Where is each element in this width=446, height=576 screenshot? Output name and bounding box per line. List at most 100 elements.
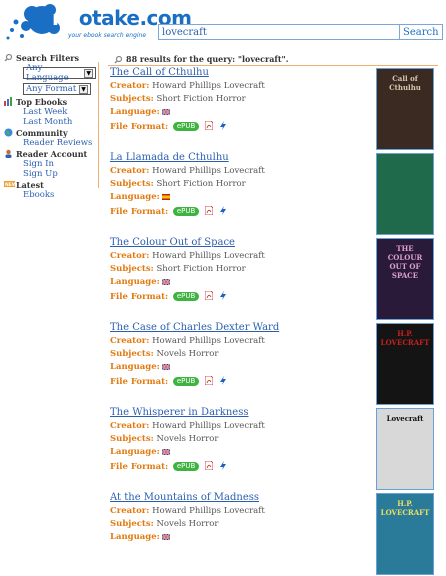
subjects-label: Subjects: <box>110 94 154 104</box>
epub-badge[interactable]: ePUB <box>172 462 200 471</box>
results-summary: 88 results for the query: "lovecraft". <box>114 53 444 65</box>
neotake-logo[interactable]: neotake.com your ebook search engine <box>4 2 192 46</box>
subjects-value: Novels Horror <box>156 349 219 359</box>
sidebar-link-last-month[interactable]: Last Month <box>4 117 96 127</box>
sidebar-link-last-week[interactable]: Last Week <box>4 107 96 117</box>
search-button[interactable]: Search <box>399 24 443 40</box>
sidebar-link-sign-in[interactable]: Sign In <box>4 159 96 169</box>
book-cover-image[interactable] <box>376 153 434 235</box>
language-label: Language: <box>110 532 160 542</box>
result-file-format: File Format: ePUB <box>110 120 227 132</box>
results-panel: 88 results for the query: "lovecraft". T… <box>108 53 444 575</box>
book-cover-text <box>377 154 433 164</box>
sidebar-divider <box>98 62 99 188</box>
result-language: Language: <box>110 192 170 202</box>
language-select-value: Any Language <box>26 63 69 83</box>
result-title-link[interactable]: At the Mountains of Madness <box>110 492 259 503</box>
file-format-label: File Format: <box>110 292 169 302</box>
search-input[interactable] <box>158 24 402 40</box>
result-file-format: File Format: ePUB <box>110 290 227 302</box>
mobi-icon[interactable] <box>219 121 227 132</box>
result-subjects: Subjects: Novels Horror <box>110 434 219 444</box>
sidebar: Search Filters Any Language ▼ Any Format… <box>4 52 96 200</box>
flag-uk-icon <box>161 363 170 370</box>
result-subjects: Subjects: Short Fiction Horror <box>110 94 246 104</box>
creator-value: Howard Phillips Lovecraft <box>152 166 265 176</box>
chevron-down-icon: ▼ <box>79 84 88 94</box>
book-cover-image[interactable]: H.P. LOVECRAFT <box>376 493 434 575</box>
mobi-icon[interactable] <box>219 376 227 387</box>
creator-value: Howard Phillips Lovecraft <box>152 81 265 91</box>
subjects-value: Novels Horror <box>156 519 219 529</box>
creator-label: Creator: <box>110 81 150 91</box>
book-cover-image[interactable]: H.P. LOVECRAFT <box>376 323 434 405</box>
magnifier-icon <box>4 53 13 62</box>
subjects-value: Short Fiction Horror <box>156 179 246 189</box>
result-subjects: Subjects: Short Fiction Horror <box>110 179 246 189</box>
result-language: Language: <box>110 532 170 542</box>
pdf-icon[interactable] <box>204 460 214 472</box>
result-language: Language: <box>110 362 170 372</box>
result-file-format: File Format: ePUB <box>110 375 227 387</box>
book-cover-image[interactable]: THE COLOUR OUT OF SPACE <box>376 238 434 320</box>
book-cover-text: H.P. LOVECRAFT <box>380 499 430 517</box>
subjects-value: Short Fiction Horror <box>156 264 246 274</box>
language-label: Language: <box>110 107 160 117</box>
result-creator: Creator: Howard Phillips Lovecraft <box>110 166 265 176</box>
result-creator: Creator: Howard Phillips Lovecraft <box>110 336 265 346</box>
epub-badge[interactable]: ePUB <box>172 207 200 216</box>
result-subjects: Subjects: Novels Horror <box>110 519 219 529</box>
creator-value: Howard Phillips Lovecraft <box>152 251 265 261</box>
book-cover-image[interactable]: Lovecraft <box>376 408 434 490</box>
result-language: Language: <box>110 277 170 287</box>
creator-label: Creator: <box>110 251 150 261</box>
result-creator: Creator: Howard Phillips Lovecraft <box>110 81 265 91</box>
mobi-icon[interactable] <box>219 206 227 217</box>
flag-uk-icon <box>161 278 170 285</box>
results-divider <box>108 65 438 66</box>
result-creator: Creator: Howard Phillips Lovecraft <box>110 421 265 431</box>
language-label: Language: <box>110 277 160 287</box>
mobi-icon[interactable] <box>219 461 227 472</box>
pdf-icon[interactable] <box>204 290 214 302</box>
chevron-down-icon: ▼ <box>84 68 93 78</box>
search-filters-heading: Search Filters <box>4 52 96 63</box>
magnifier-icon <box>114 55 123 63</box>
result-item: The Colour Out of Space Creator: Howard P… <box>108 237 444 321</box>
result-subjects: Subjects: Short Fiction Horror <box>110 264 246 274</box>
epub-badge[interactable]: ePUB <box>172 377 200 386</box>
top-ebooks-heading: Top Ebooks <box>4 96 96 107</box>
epub-badge[interactable]: ePUB <box>172 292 200 301</box>
result-title-link[interactable]: The Whisperer in Darkness <box>110 407 249 418</box>
pdf-icon[interactable] <box>204 375 214 387</box>
epub-badge[interactable]: ePUB <box>172 122 200 131</box>
result-title-link[interactable]: The Call of Cthulhu <box>110 67 209 78</box>
latest-heading: NEW Latest <box>4 179 44 190</box>
flag-uk-icon <box>161 448 170 455</box>
format-select[interactable]: Any Format ▼ <box>23 83 91 95</box>
pdf-icon[interactable] <box>204 205 214 217</box>
language-label: Language: <box>110 447 160 457</box>
sidebar-link-reader-reviews[interactable]: Reader Reviews <box>4 138 96 148</box>
subjects-label: Subjects: <box>110 349 154 359</box>
book-cover-image[interactable]: Call of Cthulhu <box>376 68 434 150</box>
flag-spain-icon <box>161 193 170 200</box>
file-format-label: File Format: <box>110 462 169 472</box>
result-title-link[interactable]: La Llamada de Cthulhu <box>110 152 229 163</box>
result-language: Language: <box>110 107 170 117</box>
result-title-link[interactable]: The Colour Out of Space <box>110 237 235 248</box>
result-item: The Whisperer in Darkness Creator: Howard… <box>108 407 444 491</box>
mobi-icon[interactable] <box>219 291 227 302</box>
result-item: La Llamada de Cthulhu Creator: Howard Phi… <box>108 152 444 236</box>
creator-value: Howard Phillips Lovecraft <box>152 506 265 516</box>
result-file-format: File Format: ePUB <box>110 205 227 217</box>
creator-label: Creator: <box>110 336 150 346</box>
result-subjects: Subjects: Novels Horror <box>110 349 219 359</box>
language-label: Language: <box>110 362 160 372</box>
result-title-link[interactable]: The Case of Charles Dexter Ward <box>110 322 279 333</box>
result-language: Language: <box>110 447 170 457</box>
pdf-icon[interactable] <box>204 120 214 132</box>
language-select[interactable]: Any Language ▼ <box>23 63 96 83</box>
sidebar-link-sign-up[interactable]: Sign Up <box>4 169 96 179</box>
sidebar-link-ebooks[interactable]: Ebooks <box>4 190 96 200</box>
